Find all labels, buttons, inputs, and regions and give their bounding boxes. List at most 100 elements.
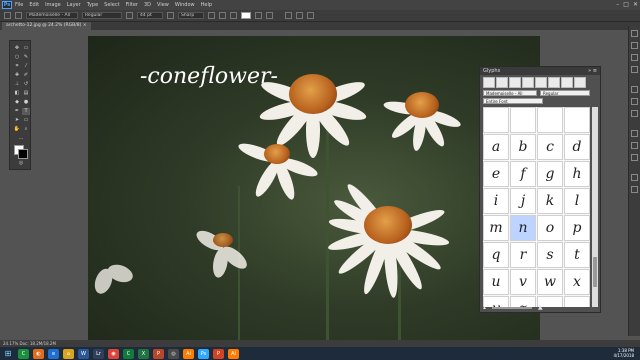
taskbar-app-icon[interactable]: C <box>123 348 134 359</box>
cancel-icon[interactable] <box>285 12 292 19</box>
gradient-tool-icon[interactable]: ▤ <box>22 90 30 97</box>
recent-glyph[interactable] <box>496 77 508 88</box>
path-select-tool-icon[interactable]: ➤ <box>13 117 21 124</box>
taskbar-app-icon[interactable]: Ai <box>183 348 194 359</box>
taskbar-app-icon[interactable]: ⌂ <box>63 348 74 359</box>
adjustments-panel-icon[interactable] <box>631 174 638 181</box>
paths-panel-icon[interactable] <box>631 110 638 117</box>
properties-panel-icon[interactable] <box>631 42 638 49</box>
lasso-tool-icon[interactable]: ○ <box>13 54 21 61</box>
orientation-toggle-icon[interactable] <box>15 12 22 19</box>
taskbar-app-icon[interactable]: Ps <box>198 348 209 359</box>
glyph-cell[interactable]: n <box>510 215 536 241</box>
glyph-cell[interactable]: c <box>537 134 563 160</box>
glyph-cell[interactable]: t <box>564 242 590 268</box>
type-tool-icon[interactable] <box>4 12 11 19</box>
taskbar-app-icon[interactable]: P <box>153 348 164 359</box>
taskbar-app-icon[interactable]: P <box>213 348 224 359</box>
taskbar-app-icon[interactable]: ◉ <box>108 348 119 359</box>
history-panel-icon[interactable] <box>631 30 638 37</box>
recent-glyph[interactable] <box>548 77 560 88</box>
history-brush-tool-icon[interactable]: ↺ <box>22 81 30 88</box>
hand-tool-icon[interactable]: ✋ <box>13 126 21 133</box>
dodge-tool-icon[interactable]: ● <box>22 99 30 106</box>
small-glyph-icon[interactable]: ▴ <box>483 304 486 311</box>
recent-glyph[interactable] <box>509 77 521 88</box>
taskbar-app-icon[interactable]: W <box>78 348 89 359</box>
glyph-cell[interactable]: l <box>564 188 590 214</box>
recent-glyph[interactable] <box>561 77 573 88</box>
channels-panel-icon[interactable] <box>631 98 638 105</box>
paragraph-panel-icon[interactable] <box>631 142 638 149</box>
move-tool-icon[interactable]: ✥ <box>13 45 21 52</box>
recent-glyph[interactable] <box>522 77 534 88</box>
taskbar-app-icon[interactable]: X <box>138 348 149 359</box>
glyph-cell[interactable]: d <box>564 134 590 160</box>
background-color-swatch[interactable] <box>18 149 28 159</box>
scrollbar-thumb[interactable] <box>593 257 597 287</box>
align-center-icon[interactable] <box>219 12 226 19</box>
character-panel-icon[interactable] <box>266 12 273 19</box>
commit-icon[interactable] <box>296 12 303 19</box>
rectangle-tool-icon[interactable]: ▭ <box>22 117 30 124</box>
menu-image[interactable]: Image <box>45 2 61 8</box>
glyph-cell[interactable]: v <box>510 269 536 295</box>
glyph-cell[interactable]: h <box>564 161 590 187</box>
large-glyph-icon[interactable]: ▲ <box>538 304 543 311</box>
type-tool-icon[interactable]: T <box>22 108 30 115</box>
quick-select-tool-icon[interactable]: ✎ <box>22 54 30 61</box>
warp-text-icon[interactable] <box>255 12 262 19</box>
glyph-cell[interactable]: k <box>537 188 563 214</box>
taskbar-app-icon[interactable]: ◐ <box>33 348 44 359</box>
recent-glyph[interactable] <box>574 77 586 88</box>
glyph-cell[interactable]: g <box>537 161 563 187</box>
glyph-cell[interactable]: w <box>537 269 563 295</box>
glyphs-panel-header[interactable]: Glyphs » ≡ <box>480 67 600 75</box>
blur-tool-icon[interactable]: ◆ <box>13 99 21 106</box>
taskbar-app-icon[interactable]: Lr <box>93 348 104 359</box>
windows-start-icon[interactable]: ⊞ <box>2 348 14 359</box>
align-left-icon[interactable] <box>208 12 215 19</box>
recent-glyph[interactable] <box>535 77 547 88</box>
menu-type[interactable]: Type <box>87 2 98 8</box>
text-color-swatch[interactable] <box>241 12 251 19</box>
glyph-cell[interactable]: a <box>483 134 509 160</box>
glyph-cell[interactable]: s <box>537 242 563 268</box>
align-right-icon[interactable] <box>230 12 237 19</box>
glyph-size-slider[interactable] <box>492 306 533 309</box>
menu-view[interactable]: View <box>157 2 169 8</box>
glyph-cell[interactable]: j <box>510 188 536 214</box>
taskbar-app-icon[interactable]: e <box>48 348 59 359</box>
glyph-cell[interactable]: x <box>564 269 590 295</box>
glyph-cell[interactable]: o <box>537 215 563 241</box>
font-size-select[interactable]: 44 pt <box>137 12 163 19</box>
taskbar-app-icon[interactable]: Ai <box>228 348 239 359</box>
glyph-cell[interactable]: u <box>483 269 509 295</box>
glyph-cell[interactable]: m <box>483 215 509 241</box>
maximize-icon[interactable]: □ <box>623 1 629 8</box>
more-tools-icon[interactable]: … <box>17 135 25 142</box>
taskbar-app-icon[interactable]: ◎ <box>168 348 179 359</box>
brush-tool-icon[interactable]: ✐ <box>22 72 30 79</box>
menu-3d[interactable]: 3D <box>144 2 151 8</box>
crop-tool-icon[interactable]: ⌗ <box>13 63 21 70</box>
recent-glyph[interactable] <box>483 77 495 88</box>
eraser-tool-icon[interactable]: ◧ <box>13 90 21 97</box>
glyph-cell[interactable]: f <box>510 161 536 187</box>
glyphs-show-select[interactable]: Entire Font <box>483 98 543 104</box>
minimize-icon[interactable]: – <box>616 1 619 8</box>
quick-mask-icon[interactable]: ◎ <box>17 160 25 167</box>
artwork-text-layer[interactable]: -coneflower- <box>140 64 278 89</box>
glyph-cell[interactable]: q <box>483 242 509 268</box>
clone-stamp-tool-icon[interactable]: ⊥ <box>13 81 21 88</box>
close-icon[interactable]: ✕ <box>633 1 638 8</box>
anti-alias-select[interactable]: Sharp <box>178 12 204 19</box>
glyph-cell[interactable]: i <box>483 188 509 214</box>
eyedropper-tool-icon[interactable]: ⁄ <box>22 63 30 70</box>
panel-menu-icon[interactable]: » ≡ <box>588 67 597 75</box>
glyph-grid-scrollbar[interactable] <box>592 107 598 307</box>
taskbar-clock[interactable]: 1:38 PM 4/17/2018 <box>613 348 634 358</box>
menu-window[interactable]: Window <box>175 2 195 8</box>
glyphs-font-style-select[interactable]: Regular <box>540 90 590 96</box>
document-tab[interactable]: archetto-12.jpg @ 24.2% (RGB/8) × <box>2 22 91 30</box>
